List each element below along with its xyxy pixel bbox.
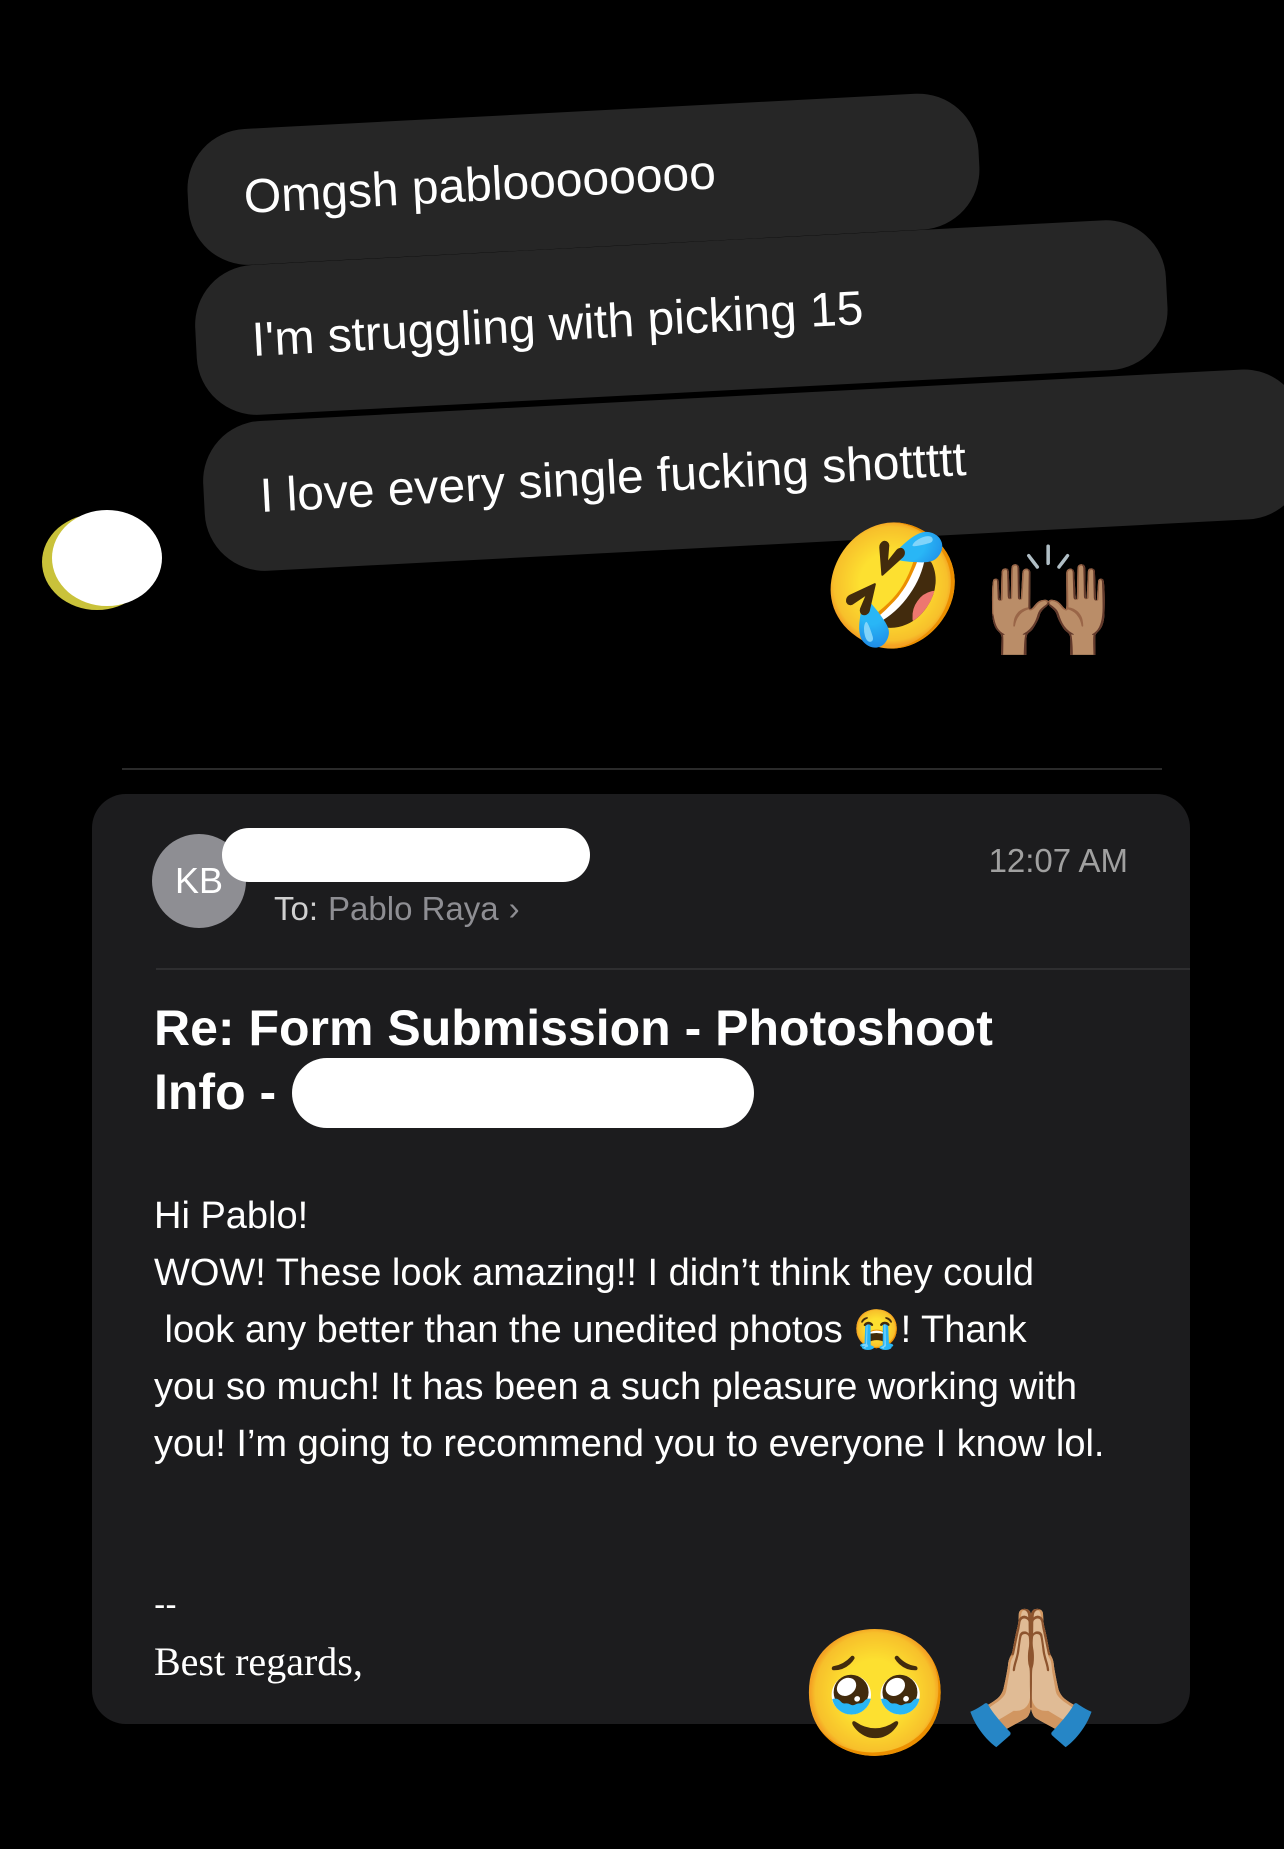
sender-name-redaction — [222, 828, 590, 882]
body-text-segment: ! Thank — [900, 1309, 1027, 1351]
body-greeting: Hi Pablo! — [154, 1195, 309, 1237]
email-signoff: Best regards, — [154, 1639, 363, 1684]
signature-separator: -- — [154, 1586, 177, 1624]
recipient-name[interactable]: Pablo Raya — [328, 890, 499, 928]
message-text: Omgsh pabloooooooo — [242, 145, 718, 224]
raising-hands-emoji-sticker: 🙌🏽 — [980, 541, 1117, 664]
to-label: To: — [274, 890, 319, 927]
body-text-segment: look any better than the unedited photos — [154, 1309, 854, 1351]
pleading-face-emoji-sticker: 🥹 — [798, 1625, 953, 1763]
header-separator — [156, 968, 1190, 970]
chevron-right-icon: › — [508, 890, 520, 927]
crying-face-emoji: 😭 — [853, 1309, 901, 1351]
section-divider — [122, 768, 1162, 770]
email-body: Hi Pablo! WOW! These look amazing!! I di… — [154, 1188, 1144, 1473]
recipient-row[interactable]: To: Pablo Raya › — [274, 890, 520, 928]
sender-avatar-redacted[interactable] — [52, 510, 162, 606]
avatar-initials: KB — [174, 860, 224, 901]
folded-hands-emoji-sticker: 🙏🏼 — [950, 1602, 1112, 1748]
body-line: WOW! These look amazing!! I didn’t think… — [154, 1252, 1035, 1294]
message-text: I love every single fucking shottttt — [258, 432, 968, 523]
body-line: look any better than the unedited photos… — [154, 1302, 1144, 1359]
subject-redaction — [292, 1058, 754, 1128]
email-timestamp: 12:07 AM — [988, 842, 1128, 879]
message-text: I'm struggling with picking 15 — [250, 281, 865, 367]
body-paragraph: you so much! It has been a such pleasure… — [154, 1366, 1105, 1465]
rofl-emoji-sticker: 🤣 — [809, 509, 978, 665]
